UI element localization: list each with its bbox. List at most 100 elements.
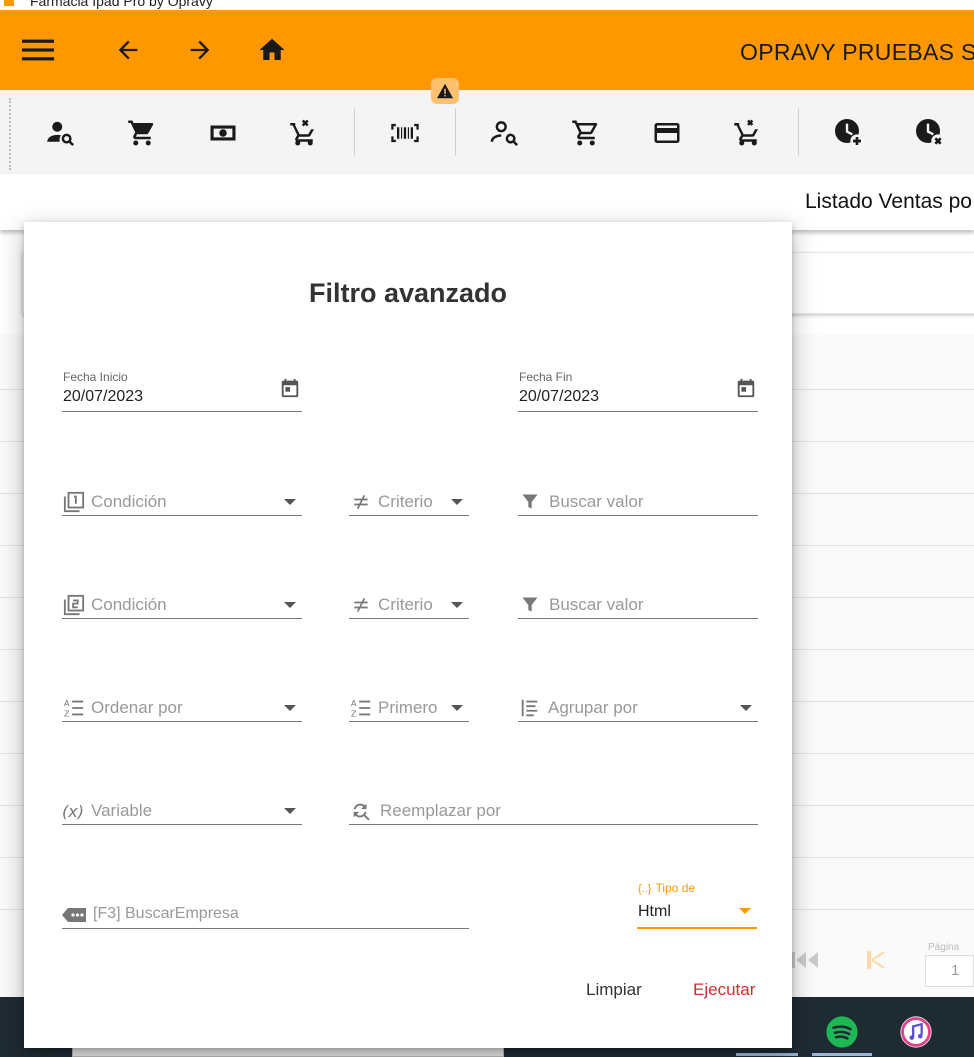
condicion-2-placeholder: Condición [91,595,167,614]
criterio-1-placeholder: Criterio [378,492,433,511]
advanced-filter-dialog: Filtro avanzado Fecha Inicio 20/07/2023 … [24,222,792,1048]
arrow-back-icon[interactable] [112,34,144,66]
calendar-icon[interactable] [278,376,302,400]
cart-remove-icon[interactable] [288,117,320,149]
variable-placeholder: Variable [91,801,153,820]
toolbar-separator [455,108,456,156]
spotify-icon[interactable] [825,1015,859,1049]
fecha-inicio-label: Fecha Inicio [63,370,128,384]
reemplazar-por-placeholder: Reemplazar por [380,801,501,820]
app-bar: OPRAVY PRUEBAS S [0,10,974,90]
tipo-de-label: {..} Tipo de [638,881,696,895]
itunes-icon[interactable] [899,1015,933,1049]
primero-select[interactable]: AZ Primero [349,678,469,722]
window-title-bar: Farmacia Ipad Pro by Opravy [0,0,974,10]
condicion-2-select[interactable]: Condición [62,575,302,619]
dialog-title: Filtro avanzado [308,278,508,308]
condicion-1-placeholder: Condición [91,492,167,511]
ordenar-por-placeholder: Ordenar por [91,698,183,717]
ordenar-por-select[interactable]: AZ Ordenar por [62,678,302,722]
first-page-icon[interactable] [790,950,822,970]
criterio-2-select[interactable]: Criterio [349,575,469,619]
cart-icon[interactable] [126,117,158,149]
find-replace-icon [349,799,373,823]
buscar-valor-1-placeholder: Buscar valor [549,492,644,511]
chevron-down-icon[interactable] [734,696,758,720]
clock-plus-icon[interactable] [833,117,865,149]
cart-remove-outline-icon[interactable] [732,117,764,149]
chevron-down-icon[interactable] [733,899,757,923]
arrow-forward-icon[interactable] [184,34,216,66]
app-title: OPRAVY PRUEBAS S [740,39,974,65]
sort-icon: AZ [349,696,373,720]
fecha-fin-value: 20/07/2023 [519,388,600,405]
agrupar-por-select[interactable]: Agrupar por [518,678,758,722]
variable-select[interactable]: (x) Variable [62,781,302,825]
chevron-down-icon[interactable] [445,490,469,514]
buscar-valor-2-placeholder: Buscar valor [549,595,644,614]
chevron-down-icon[interactable] [278,490,302,514]
pager-label: Página [928,942,960,953]
menu-icon[interactable] [22,34,54,66]
person-search-icon[interactable] [45,117,77,149]
group-icon [518,696,542,720]
code-braces-icon: {..} [638,883,652,895]
toolbar [0,90,974,174]
agrupar-por-placeholder: Agrupar por [548,698,638,717]
chevron-down-icon[interactable] [445,593,469,617]
primero-placeholder: Primero [378,698,438,717]
svg-text:A: A [351,698,357,708]
toolbar-separator [354,108,355,156]
taskbar-active-indicator [812,1053,872,1056]
home-icon[interactable] [256,34,288,66]
tipo-de-select[interactable]: {..} Tipo de Html [637,881,757,929]
limpiar-button[interactable]: Limpiar [586,980,642,1000]
chevron-down-icon[interactable] [278,799,302,823]
fecha-inicio-value: 20/07/2023 [63,388,144,405]
filter-1-icon [62,490,86,514]
fecha-fin-field[interactable]: Fecha Fin 20/07/2023 [518,368,758,412]
buscar-valor-2-input[interactable]: Buscar valor [518,575,758,619]
person-search-outline-icon[interactable] [489,117,521,149]
condicion-1-select[interactable]: Condición [62,472,302,516]
reemplazar-por-input[interactable]: Reemplazar por [349,781,758,825]
prev-page-icon[interactable] [866,950,888,970]
calendar-icon[interactable] [734,376,758,400]
filter-icon [518,490,542,514]
buscar-empresa-input[interactable]: [F3] BuscarEmpresa [62,885,469,929]
toolbar-separator [798,108,799,156]
barcode-icon[interactable] [389,117,421,149]
cash-icon[interactable] [207,117,239,149]
app-logo-icon [4,0,14,6]
chevron-down-icon[interactable] [278,593,302,617]
variable-icon: (x) [62,799,88,823]
pager-input[interactable]: 1 [925,955,974,987]
not-equal-icon [349,490,373,514]
svg-text:A: A [64,698,70,708]
cart-outline-icon[interactable] [570,117,602,149]
warning-icon[interactable] [431,78,459,104]
filter-icon [518,593,542,617]
buscar-valor-1-input[interactable]: Buscar valor [518,472,758,516]
svg-text:Z: Z [64,708,70,718]
chevron-down-icon[interactable] [278,696,302,720]
chevron-down-icon[interactable] [445,696,469,720]
not-equal-icon [349,593,373,617]
buscar-empresa-placeholder: [F3] BuscarEmpresa [93,905,239,922]
window-title: Farmacia Ipad Pro by Opravy [30,0,213,9]
svg-text:Z: Z [351,708,357,718]
toolbar-grip[interactable] [9,98,11,170]
page-title: Listado Ventas po [805,190,972,213]
fecha-inicio-field[interactable]: Fecha Inicio 20/07/2023 [62,368,302,412]
clock-remove-icon[interactable] [914,117,946,149]
label-more-icon [62,903,88,927]
criterio-1-select[interactable]: Criterio [349,472,469,516]
fecha-fin-label: Fecha Fin [519,370,573,384]
taskbar-active-indicator [736,1053,798,1056]
svg-text:(x): (x) [62,802,84,821]
tipo-de-value: Html [638,903,671,920]
ejecutar-button[interactable]: Ejecutar [693,980,755,1000]
credit-card-icon[interactable] [651,117,683,149]
criterio-2-placeholder: Criterio [378,595,433,614]
filter-2-icon [62,593,86,617]
